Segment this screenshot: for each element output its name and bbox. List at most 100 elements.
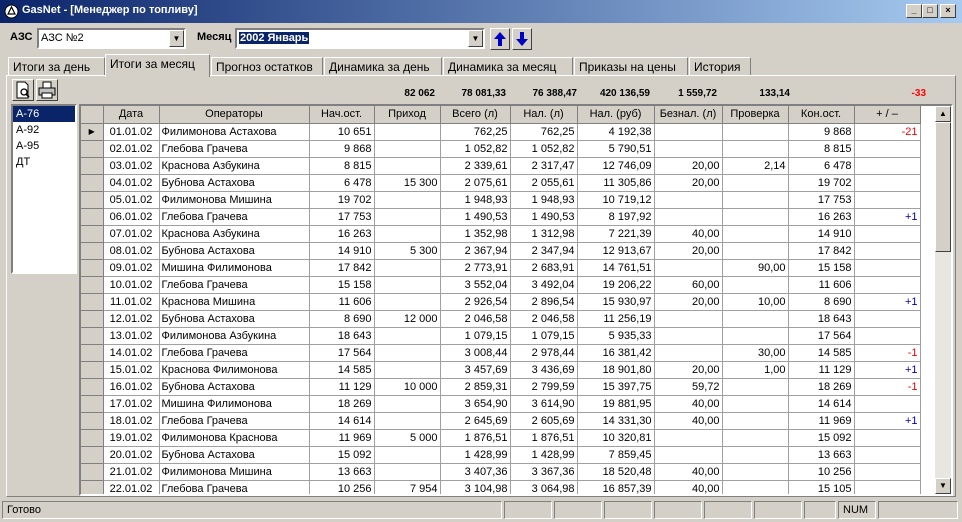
table-cell[interactable]: 16 263 (788, 208, 855, 226)
print-button[interactable] (36, 79, 58, 101)
list-item[interactable]: А-76 (13, 106, 75, 122)
table-cell[interactable]: 2 347,94 (510, 242, 578, 260)
table-cell[interactable]: 15 397,75 (577, 378, 655, 396)
table-cell[interactable]: 19 702 (788, 174, 855, 192)
table-cell[interactable]: 1 876,51 (440, 429, 511, 447)
table-cell[interactable]: 8 815 (309, 157, 375, 175)
table-cell[interactable]: 1 052,82 (510, 140, 578, 158)
table-cell[interactable]: 20,00 (654, 157, 723, 175)
table-cell[interactable]: 11 969 (788, 412, 855, 430)
table-cell[interactable]: 22.01.02 (103, 480, 160, 494)
table-cell[interactable]: 2 859,31 (440, 378, 511, 396)
table-cell[interactable] (854, 463, 921, 481)
table-cell[interactable]: 07.01.02 (103, 225, 160, 243)
table-cell[interactable]: 40,00 (654, 395, 723, 413)
table-cell[interactable]: 2 055,61 (510, 174, 578, 192)
table-cell[interactable]: Краснова Филимонова (159, 361, 310, 379)
table-cell[interactable]: 2,14 (722, 157, 789, 175)
table-cell[interactable]: 3 008,44 (440, 344, 511, 362)
table-row[interactable]: 19.01.02 Филимонова Краснова 11 969 5 000 1 … (81, 429, 921, 447)
table-cell[interactable] (374, 208, 441, 226)
table-cell[interactable]: 20,00 (654, 293, 723, 311)
row-indicator[interactable] (81, 429, 104, 447)
table-cell[interactable]: 20,00 (654, 174, 723, 192)
table-row[interactable]: 05.01.02 Филимонова Мишина 19 702 1 948,93 1… (81, 191, 921, 209)
table-cell[interactable]: 14 585 (788, 344, 855, 362)
table-cell[interactable] (374, 157, 441, 175)
table-row[interactable]: 04.01.02 Бубнова Астахова 6 478 15 300 2 075… (81, 174, 921, 192)
table-cell[interactable]: 11 305,86 (577, 174, 655, 192)
col-header[interactable]: + / – (854, 106, 921, 124)
table-cell[interactable]: Краснова Азбукина (159, 225, 310, 243)
table-cell[interactable]: 3 367,36 (510, 463, 578, 481)
table-cell[interactable] (374, 327, 441, 345)
table-cell[interactable]: 11 129 (788, 361, 855, 379)
current-row-indicator-icon[interactable]: ▶ (81, 123, 104, 141)
monthly-totals-grid[interactable]: Дата Операторы Нач.ост. Приход Всего (л)… (79, 104, 953, 496)
table-cell[interactable]: 05.01.02 (103, 191, 160, 209)
table-cell[interactable]: 2 926,54 (440, 293, 511, 311)
table-cell[interactable] (722, 429, 789, 447)
table-cell[interactable]: Мишина Филимонова (159, 395, 310, 413)
table-cell[interactable]: 10 651 (309, 123, 375, 141)
table-cell[interactable] (722, 327, 789, 345)
table-cell[interactable]: 3 552,04 (440, 276, 511, 294)
table-row[interactable]: 16.01.02 Бубнова Астахова 11 129 10 000 2 85… (81, 378, 921, 396)
table-cell[interactable]: 10 719,12 (577, 191, 655, 209)
table-cell[interactable]: Бубнова Астахова (159, 310, 310, 328)
table-cell[interactable]: 12.01.02 (103, 310, 160, 328)
table-cell[interactable]: 12 746,09 (577, 157, 655, 175)
maximize-button[interactable]: □ (922, 4, 938, 18)
table-cell[interactable]: 3 104,98 (440, 480, 511, 494)
table-cell[interactable] (374, 361, 441, 379)
table-cell[interactable]: 1 312,98 (510, 225, 578, 243)
table-cell[interactable] (854, 446, 921, 464)
table-cell[interactable] (654, 208, 723, 226)
table-cell[interactable]: 19.01.02 (103, 429, 160, 447)
table-cell[interactable] (374, 140, 441, 158)
table-cell[interactable]: 20.01.02 (103, 446, 160, 464)
table-cell[interactable]: 19 702 (309, 191, 375, 209)
table-cell[interactable]: 11 606 (788, 276, 855, 294)
table-cell[interactable]: Глебова Грачева (159, 344, 310, 362)
table-cell[interactable]: 2 896,54 (510, 293, 578, 311)
tab-history[interactable]: История (689, 57, 751, 76)
table-cell[interactable]: -1 (854, 344, 921, 362)
table-cell[interactable] (854, 225, 921, 243)
table-cell[interactable]: 2 683,91 (510, 259, 578, 277)
table-cell[interactable]: 11 129 (309, 378, 375, 396)
table-cell[interactable]: Бубнова Астахова (159, 378, 310, 396)
table-cell[interactable]: 1 876,51 (510, 429, 578, 447)
table-row[interactable]: 15.01.02 Краснова Филимонова 14 585 3 457,6… (81, 361, 921, 379)
table-cell[interactable]: 17 753 (309, 208, 375, 226)
table-row[interactable]: 02.01.02 Глебова Грачева 9 868 1 052,82 1 05… (81, 140, 921, 158)
table-cell[interactable]: 3 407,36 (440, 463, 511, 481)
table-cell[interactable]: Филимонова Мишина (159, 191, 310, 209)
row-indicator[interactable] (81, 276, 104, 294)
table-cell[interactable]: Филимонова Астахова (159, 123, 310, 141)
table-cell[interactable]: 18 643 (788, 310, 855, 328)
table-cell[interactable]: 13.01.02 (103, 327, 160, 345)
row-indicator[interactable] (81, 463, 104, 481)
table-cell[interactable] (722, 191, 789, 209)
table-cell[interactable] (654, 310, 723, 328)
row-indicator[interactable] (81, 259, 104, 277)
table-cell[interactable]: 8 815 (788, 140, 855, 158)
table-cell[interactable] (854, 310, 921, 328)
table-cell[interactable]: 14 614 (309, 412, 375, 430)
table-cell[interactable]: 3 614,90 (510, 395, 578, 413)
table-row[interactable]: 12.01.02 Бубнова Астахова 8 690 12 000 2 046… (81, 310, 921, 328)
table-cell[interactable] (722, 225, 789, 243)
table-cell[interactable]: +1 (854, 361, 921, 379)
month-down-button[interactable] (512, 28, 532, 50)
minimize-button[interactable]: _ (906, 4, 922, 18)
table-cell[interactable]: 2 075,61 (440, 174, 511, 192)
col-header[interactable]: Всего (л) (440, 106, 511, 124)
col-header[interactable]: Нал. (л) (510, 106, 578, 124)
table-cell[interactable] (854, 429, 921, 447)
table-cell[interactable]: 9 868 (788, 123, 855, 141)
table-cell[interactable] (722, 140, 789, 158)
table-cell[interactable]: 10.01.02 (103, 276, 160, 294)
table-cell[interactable]: 15 092 (788, 429, 855, 447)
table-row[interactable]: ▶ 01.01.02 Филимонова Астахова 10 651 762,25… (81, 123, 921, 141)
